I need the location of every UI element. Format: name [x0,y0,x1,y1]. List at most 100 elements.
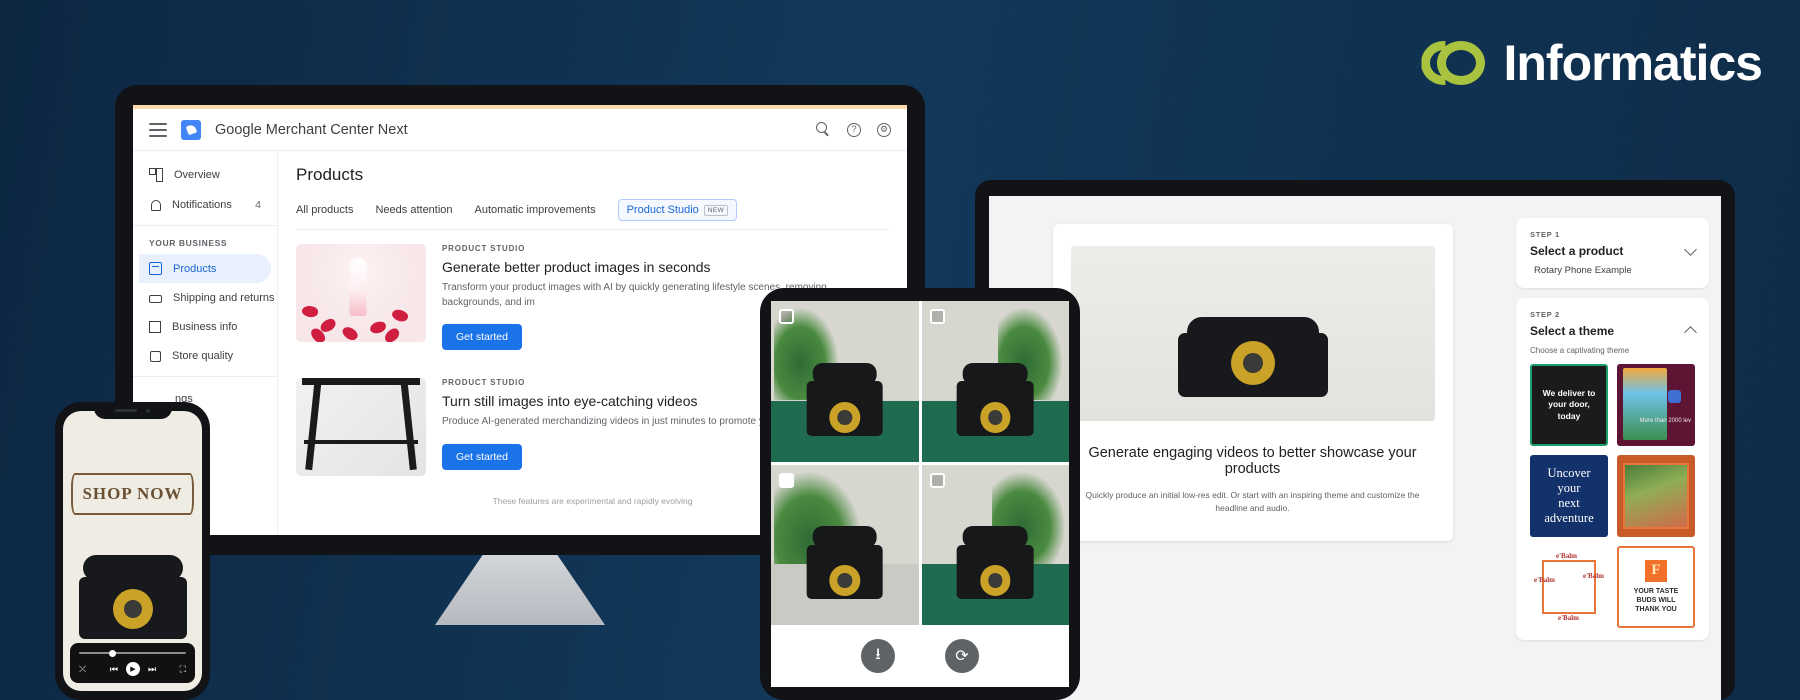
select-checkbox-icon[interactable] [779,309,794,324]
brand-logo: Informatics [1421,35,1763,91]
generated-images-grid [771,301,1069,625]
theme-option-taste-buds[interactable]: F YOUR TASTE BUDS WILL THANK YOU [1617,546,1695,628]
theme-brand-mark: e'Balm [1556,552,1577,560]
brand-name: Informatics [1503,35,1763,91]
sidebar-item-products[interactable]: Products [139,254,271,283]
video-progress-slider[interactable] [79,649,186,657]
phone-device-grid: ⭳ ⟳ [760,288,1080,700]
generated-image-cell[interactable] [921,464,1069,625]
chevron-up-icon[interactable] [1684,325,1697,339]
step-title: Select a theme [1530,324,1615,338]
step-select-a-theme[interactable]: STEP 2 Select a theme Choose a captivati… [1516,298,1709,640]
menu-icon[interactable] [149,122,167,137]
notification-count: 4 [255,199,261,211]
tab-product-studio-label: Product Studio [626,204,699,216]
select-checkbox-icon[interactable] [779,472,794,488]
theme-photo [1623,463,1689,529]
download-button[interactable]: ⭳ [861,639,895,673]
theme-option-label: Uncover your next adventure [1544,466,1594,525]
tab-bar: All products Needs attention Automatic i… [296,199,889,230]
theme-option-delivery[interactable]: We deliver to your door, today [1530,364,1608,446]
theme-app-icon [1668,390,1681,403]
step-label: STEP 1 [1530,230,1560,239]
tab-needs-attention[interactable]: Needs attention [375,204,452,216]
sidebar-item-label: Business info [172,321,238,333]
sidebar-item-label: Notifications [172,199,232,211]
sidebar-item-label: Overview [174,169,220,181]
video-controls-bar: ⤫ ⏮ ▶ ⏭ ⛶ [70,643,195,683]
sidebar-item-business-info[interactable]: Business info [139,313,271,341]
grid-action-bar: ⭳ ⟳ [771,625,1069,687]
sidebar-item-shipping-and-returns[interactable]: Shipping and returns [139,284,275,312]
box-icon [149,262,162,275]
video-subtext: Quickly produce an initial low-res edit.… [1085,490,1420,513]
sidebar-item-label: Store quality [172,350,234,362]
get-started-button[interactable]: Get started [442,443,522,470]
generated-image-cell[interactable] [921,301,1069,462]
step-label: STEP 2 [1530,310,1560,319]
generated-image-cell[interactable] [771,301,919,462]
theme-option-label: We deliver to your door, today [1542,387,1596,421]
theme-logo-f-icon: F [1645,559,1667,582]
card-eyebrow: PRODUCT STUDIO [442,244,526,253]
grid-icon [149,168,163,182]
step-select-a-product[interactable]: STEP 1 Select a product Rotary Phone Exa… [1516,218,1709,288]
theme-option-portrait[interactable] [1617,455,1695,537]
product-studio-video-window: Generate engaging videos to better showc… [989,196,1721,700]
bag-icon [150,350,161,362]
get-started-button[interactable]: Get started [442,324,522,350]
card-title: Generate better product images in second… [442,259,711,275]
gear-icon[interactable]: ⚙ [877,122,891,137]
video-headline: Generate engaging videos to better showc… [1088,445,1417,477]
theme-option-adventure[interactable]: Uncover your next adventure [1530,455,1608,537]
theme-option-ebalm[interactable]: e'Balm e'Balm e'Balm e'Balm [1530,546,1608,628]
steps-panel: STEP 1 Select a product Rotary Phone Exa… [1516,196,1721,700]
select-checkbox-icon[interactable] [929,472,945,488]
theme-option-label: YOUR TASTE BUDS WILL THANK YOU [1633,587,1679,614]
generated-image-cell[interactable] [771,464,919,625]
fullscreen-button[interactable]: ⛶ [180,664,186,675]
laptop-device: Generate engaging videos to better showc… [975,180,1735,700]
product-hero-image [1070,246,1435,421]
play-button[interactable]: ▶ [125,662,140,676]
sidebar-item-label: Shipping and returns [173,292,275,304]
tab-all-products[interactable]: All products [296,204,353,216]
informatics-mark-icon [1421,38,1487,88]
merchant-center-logo-icon [181,119,201,140]
card-title: Turn still images into eye-catching vide… [442,393,698,409]
sidebar-item-label: Products [173,262,217,275]
select-checkbox-icon[interactable] [929,309,945,324]
theme-poster-art [1623,368,1667,440]
phone-notch [93,402,172,419]
tab-automatic-improvements[interactable]: Automatic improvements [475,204,596,216]
page-title: Products [296,165,364,184]
chevron-down-icon[interactable] [1684,242,1697,256]
theme-option-games[interactable]: More than 2000 lev [1617,364,1695,446]
sidebar-item-store-quality[interactable]: Store quality [139,342,271,370]
phone-device-video: SHOP NOW ⤫ ⏮ ▶ ⏭ ⛶ [55,402,210,700]
search-icon[interactable] [816,122,831,137]
next-button[interactable]: ⏭ [148,664,156,675]
help-icon[interactable]: ? [847,122,861,137]
previous-button[interactable]: ⏮ [110,664,118,675]
card-description: Produce AI-generated merchandizing video… [442,416,779,427]
generated-images-grid-screen: ⭳ ⟳ [771,301,1069,687]
theme-option-label: More than 2000 lev [1639,418,1691,424]
tab-product-studio[interactable]: Product Studio NEW [617,199,738,221]
truck-icon [149,295,162,303]
video-playback-screen: SHOP NOW ⤫ ⏮ ▶ ⏭ ⛶ [63,411,202,691]
refresh-button[interactable]: ⟳ [945,639,979,673]
sidebar-item-notifications[interactable]: Notifications 4 [139,191,271,219]
theme-option-label: e'Balm [1534,576,1555,584]
app-top-bar: Google Merchant Center Next ? ⚙ [133,109,907,151]
theme-brand-mark: e'Balm [1583,572,1604,580]
shuffle-button[interactable]: ⤫ [79,664,86,675]
step-title: Select a product [1530,244,1624,258]
product-image-thumbnail [296,244,426,342]
app-title: Google Merchant Center Next [215,121,408,138]
theme-hint: Choose a captivating theme [1530,346,1630,355]
product-image-thumbnail [296,378,426,476]
card-eyebrow: PRODUCT STUDIO [442,378,526,387]
slider-handle[interactable] [108,649,116,657]
sidebar-item-overview[interactable]: Overview [139,160,271,190]
